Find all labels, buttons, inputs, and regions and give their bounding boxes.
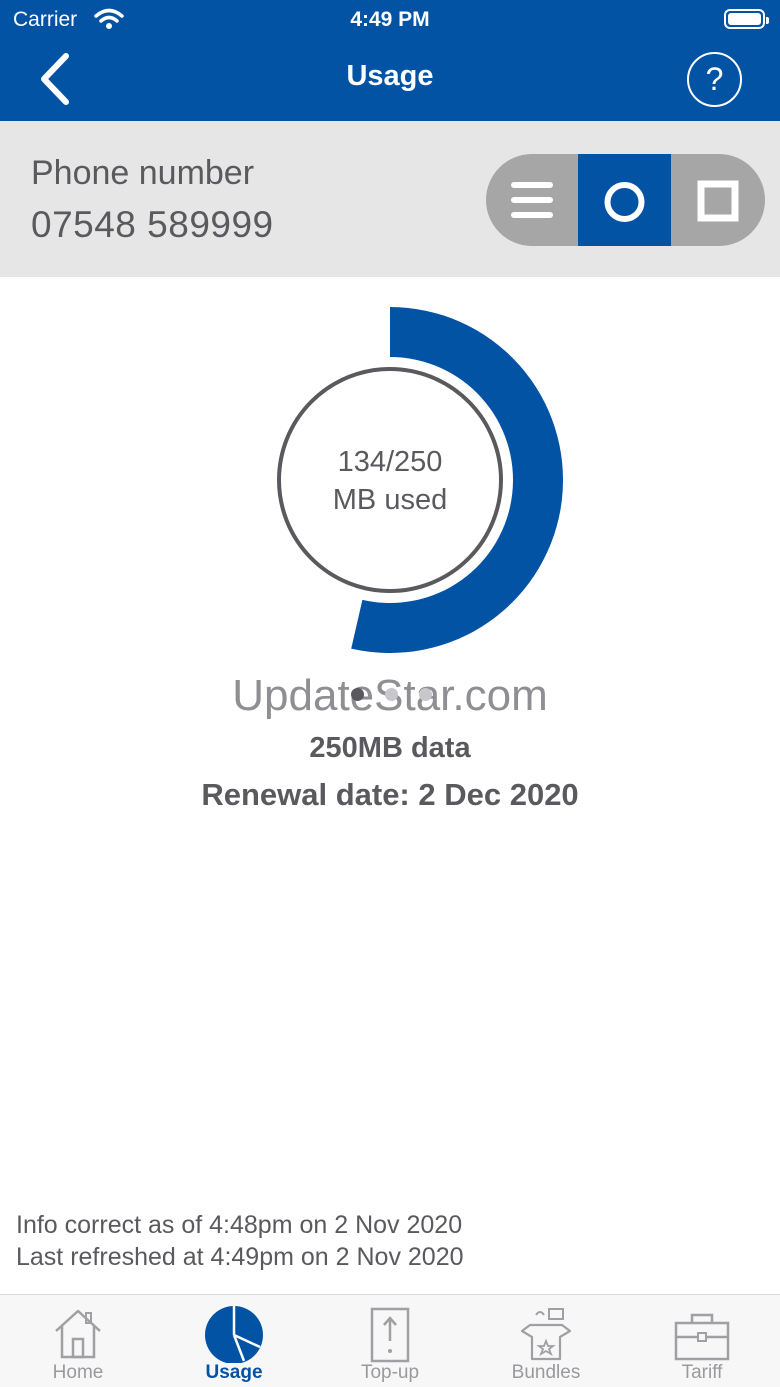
square-view-button[interactable]	[671, 154, 765, 246]
status-bar: Carrier 4:49 PM	[0, 0, 780, 40]
usage-amount: 134/250	[337, 446, 443, 478]
tab-bundles[interactable]: Bundles	[468, 1295, 624, 1387]
bundles-box-icon	[520, 1308, 572, 1361]
tab-label: Home	[52, 1362, 104, 1383]
briefcase-icon	[674, 1313, 730, 1361]
tab-label: Usage	[205, 1362, 263, 1383]
last-refreshed: Last refreshed at 4:49pm on 2 Nov 2020	[16, 1243, 464, 1271]
square-icon	[697, 180, 739, 222]
page-dot[interactable]	[419, 688, 432, 701]
home-icon	[55, 1309, 101, 1359]
tab-top-up[interactable]: Top-up	[312, 1295, 468, 1387]
phone-number-label: Phone number	[31, 154, 255, 192]
page-indicator[interactable]	[351, 688, 432, 702]
plan-name: 250MB data	[309, 732, 471, 764]
tab-tariff[interactable]: Tariff	[624, 1295, 780, 1387]
info-correct-as-of: Info correct as of 4:48pm on 2 Nov 2020	[16, 1211, 463, 1239]
phone-number-value: 07548 589999	[31, 204, 274, 245]
view-toggle	[486, 154, 765, 246]
page-dot[interactable]	[351, 688, 364, 701]
top-header: Carrier 4:49 PM Usage ?	[0, 0, 780, 121]
tab-label: Tariff	[681, 1362, 723, 1383]
list-icon	[511, 182, 553, 218]
tab-bar: Home Usage Top-up Bundles Tariff	[0, 1294, 780, 1387]
circle-view-button[interactable]	[578, 154, 671, 246]
phone-bar: Phone number 07548 589999	[0, 121, 780, 277]
phone-topup-icon	[370, 1307, 410, 1363]
tab-usage[interactable]: Usage	[156, 1295, 312, 1387]
tab-label: Bundles	[511, 1362, 581, 1383]
tab-home[interactable]: Home	[0, 1295, 156, 1387]
status-time: 4:49 PM	[350, 8, 430, 31]
tab-label: Top-up	[360, 1362, 420, 1383]
battery-icon	[724, 9, 769, 29]
page-dot[interactable]	[385, 688, 398, 701]
page-title: Usage	[346, 60, 434, 92]
circle-icon	[604, 182, 645, 222]
list-view-button[interactable]	[486, 154, 578, 246]
usage-unit-label: MB used	[332, 484, 448, 516]
help-button[interactable]: ?	[687, 52, 742, 107]
renewal-date: Renewal date: 2 Dec 2020	[201, 777, 579, 812]
pie-chart-icon	[205, 1306, 263, 1363]
